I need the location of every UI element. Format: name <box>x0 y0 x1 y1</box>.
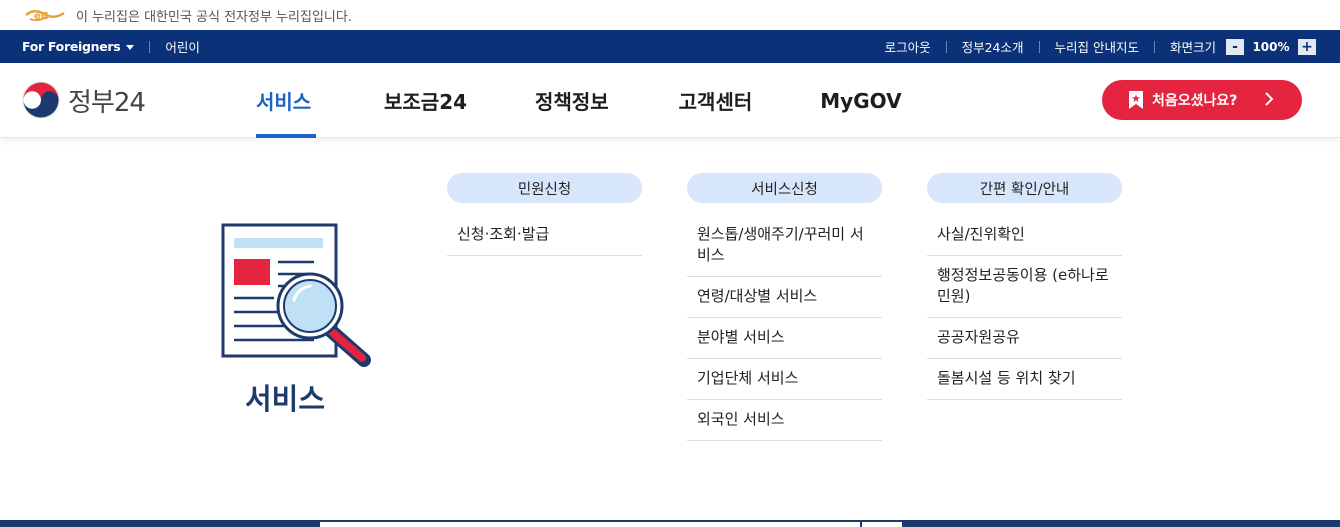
logo-text: 정부24 <box>68 87 146 118</box>
divider <box>1153 40 1155 53</box>
menu-item[interactable]: 원스톱/생애주기/꾸러미 서비스 <box>687 215 882 277</box>
kids-link[interactable]: 어린이 <box>165 37 200 56</box>
gov24-logo[interactable]: 정부24 <box>22 81 146 119</box>
nav-customer-center[interactable]: 고객센터 <box>679 63 753 138</box>
column-heading: 서비스신청 <box>687 173 882 203</box>
divider <box>945 40 947 53</box>
menu-item[interactable]: 돌봄시설 등 위치 찾기 <box>927 359 1122 400</box>
nav-subsidy24[interactable]: 보조금24 <box>384 63 467 138</box>
zoom-label: 화면크기 <box>1169 40 1216 55</box>
menu-item[interactable]: 사실/진위확인 <box>927 215 1122 256</box>
nav-services[interactable]: 서비스 <box>256 63 316 138</box>
first-visit-button[interactable]: 처음오셨나요? <box>1102 80 1302 120</box>
menu-item[interactable]: 분야별 서비스 <box>687 318 882 359</box>
menu-item[interactable]: 외국인 서비스 <box>687 400 882 441</box>
for-foreigners-dropdown[interactable]: For Foreigners <box>22 39 135 54</box>
menu-item[interactable]: 연령/대상별 서비스 <box>687 277 882 318</box>
nav-policy-info[interactable]: 정책정보 <box>535 63 609 138</box>
zoom-control: - 100% + <box>1226 38 1316 55</box>
zoom-value: 100% <box>1244 38 1298 55</box>
menu-item[interactable]: 기업단체 서비스 <box>687 359 882 400</box>
services-mega-menu: 서비스 민원신청 신청·조회·발급 서비스신청 원스톱/생애주기/꾸러미 서비스… <box>0 138 1340 520</box>
column-civil-petition: 민원신청 신청·조회·발급 <box>447 173 642 256</box>
menu-item[interactable]: 공공자원공유 <box>927 318 1122 359</box>
document-magnifier-icon <box>221 223 371 367</box>
main-header: 정부24 서비스 보조금24 정책정보 고객센터 MyGOV 처음오셨나요? <box>0 63 1340 138</box>
zoom-out-button[interactable]: - <box>1226 38 1244 55</box>
column-heading: 민원신청 <box>447 173 642 203</box>
menu-item[interactable]: 신청·조회·발급 <box>447 215 642 256</box>
caret-down-icon <box>126 45 135 50</box>
bottom-segment <box>320 522 860 527</box>
column-quick-check: 간편 확인/안내 사실/진위확인 행정정보공동이용 (e하나로민원) 공공자원공… <box>927 173 1122 400</box>
bottom-segment <box>862 522 902 527</box>
first-visit-label: 처음오셨나요? <box>1152 93 1238 109</box>
nav-mygov[interactable]: MyGOV <box>820 63 901 138</box>
banner-text: 이 누리집은 대한민국 공식 전자정부 누리집입니다. <box>76 9 352 25</box>
column-heading: 간편 확인/안내 <box>927 173 1122 203</box>
official-site-banner: eG 이 누리집은 대한민국 공식 전자정부 누리집입니다. <box>0 0 1340 30</box>
chevron-right-icon <box>1265 92 1274 106</box>
divider <box>1038 40 1040 53</box>
about-gov24-link[interactable]: 정부24소개 <box>962 37 1024 56</box>
menu-item[interactable]: 행정정보공동이용 (e하나로민원) <box>927 256 1122 318</box>
divider <box>149 40 151 53</box>
column-service-application: 서비스신청 원스톱/생애주기/꾸러미 서비스 연령/대상별 서비스 분야별 서비… <box>687 173 882 441</box>
logout-link[interactable]: 로그아웃 <box>885 37 931 56</box>
egov-logo-icon: eG <box>25 10 65 22</box>
taegeuk-icon <box>22 81 60 119</box>
for-foreigners-label: For Foreigners <box>22 39 121 54</box>
zoom-in-button[interactable]: + <box>1298 38 1316 55</box>
bottom-border <box>0 520 1340 527</box>
svg-text:eG: eG <box>34 11 49 22</box>
bookmark-star-icon <box>1129 91 1143 109</box>
utility-bar: For Foreigners 어린이 로그아웃 정부24소개 누리집 안내지도 … <box>0 30 1340 63</box>
sitemap-link[interactable]: 누리집 안내지도 <box>1055 37 1139 56</box>
mega-menu-title: 서비스 <box>244 382 326 416</box>
main-nav: 서비스 보조금24 정책정보 고객센터 MyGOV <box>256 63 902 138</box>
